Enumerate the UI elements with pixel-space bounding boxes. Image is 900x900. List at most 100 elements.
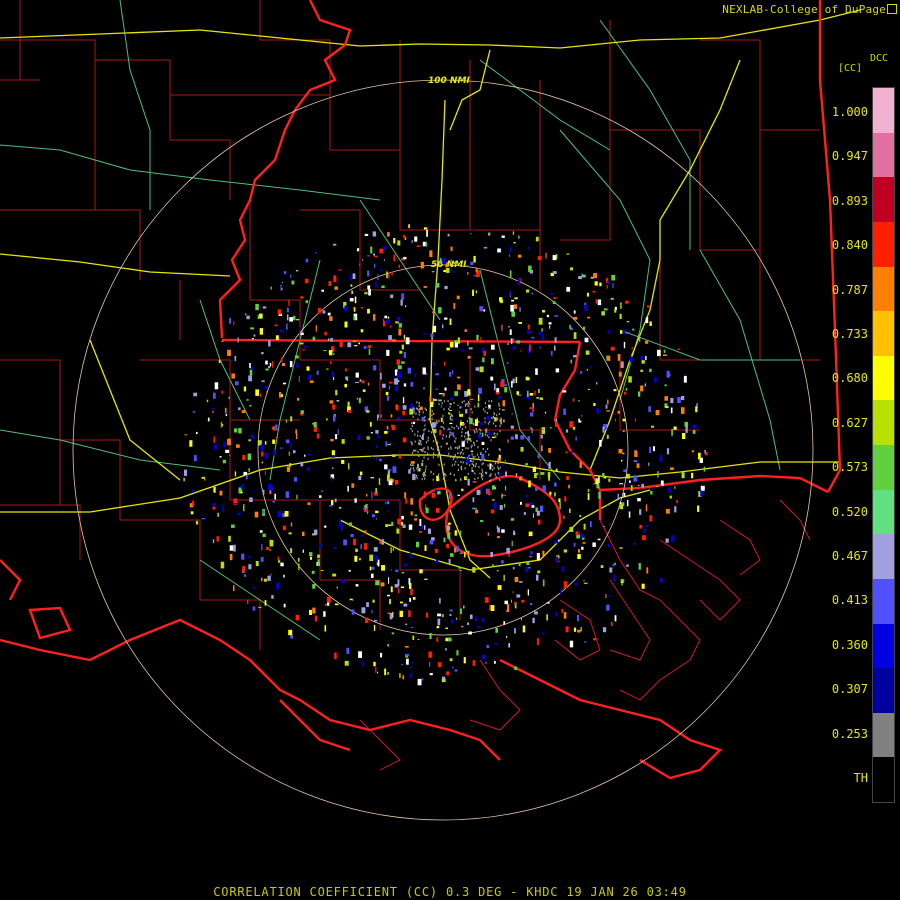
radar-return-pixel: [329, 504, 333, 507]
radar-return-pixel: [412, 597, 416, 600]
radar-return-pixel: [396, 416, 401, 420]
radar-return-pixel: [316, 433, 320, 439]
radar-return-pixel: [550, 427, 552, 429]
radar-return-pixel: [510, 518, 515, 521]
radar-return-pixel: [448, 637, 452, 642]
color-legend-bar: [872, 87, 895, 803]
radar-return-pixel: [472, 567, 476, 573]
radar-return-pixel: [499, 448, 501, 451]
radar-return-pixel: [388, 381, 393, 384]
radar-return-pixel: [320, 570, 324, 571]
radar-return-pixel: [411, 430, 413, 433]
radar-return-pixel: [582, 542, 586, 544]
radar-return-pixel: [555, 468, 558, 472]
radar-return-pixel: [329, 350, 333, 356]
radar-return-pixel: [313, 422, 317, 428]
radar-return-pixel: [388, 273, 390, 279]
radar-return-pixel: [483, 408, 485, 411]
radar-return-pixel: [221, 340, 224, 342]
radar-return-pixel: [476, 626, 481, 629]
radar-return-pixel: [398, 450, 401, 454]
radar-return-pixel: [441, 402, 443, 405]
radar-return-pixel: [489, 407, 491, 410]
radar-return-pixel: [490, 551, 493, 558]
radar-return-pixel: [454, 340, 458, 343]
radar-return-pixel: [401, 293, 405, 300]
radar-return-pixel: [527, 436, 531, 441]
legend-color-swatch: [873, 445, 894, 490]
radar-return-pixel: [499, 505, 503, 510]
radar-return-pixel: [502, 400, 505, 407]
radar-return-pixel: [422, 411, 424, 414]
radar-return-pixel: [504, 600, 508, 605]
radar-return-pixel: [570, 359, 572, 364]
radar-return-pixel: [450, 403, 452, 406]
radar-return-pixel: [664, 396, 668, 401]
legend-tick-label: 0.787: [831, 282, 868, 297]
radar-return-pixel: [403, 334, 405, 340]
radar-return-pixel: [507, 439, 509, 443]
radar-return-pixel: [183, 477, 185, 482]
legend-tick-label: 1.000: [831, 105, 868, 119]
radar-return-pixel: [233, 428, 238, 433]
radar-return-pixel: [285, 419, 287, 423]
radar-return-pixel: [442, 421, 444, 424]
radar-return-pixel: [206, 399, 209, 403]
radar-return-pixel: [385, 524, 389, 528]
radar-return-pixel: [330, 438, 334, 442]
radar-return-pixel: [379, 269, 383, 272]
radar-return-pixel: [495, 627, 498, 633]
radar-return-pixel: [468, 400, 470, 403]
radar-return-pixel: [331, 455, 335, 458]
radar-return-pixel: [563, 612, 567, 619]
radar-return-pixel: [478, 420, 480, 423]
radar-return-pixel: [513, 242, 516, 244]
radar-return-pixel: [516, 391, 519, 395]
radar-return-pixel: [387, 232, 390, 237]
radar-return-pixel: [382, 320, 385, 327]
radar-return-pixel: [481, 478, 484, 481]
radar-return-pixel: [448, 408, 450, 410]
radar-return-pixel: [429, 539, 434, 545]
radar-return-pixel: [614, 418, 616, 422]
radar-return-pixel: [440, 445, 442, 448]
radar-return-pixel: [575, 436, 577, 441]
radar-return-pixel: [416, 245, 421, 247]
radar-return-pixel: [495, 476, 497, 478]
radar-return-pixel: [607, 399, 609, 405]
radar-return-pixel: [396, 613, 399, 615]
radar-return-pixel: [355, 372, 359, 378]
radar-return-pixel: [272, 449, 276, 456]
radar-return-pixel: [375, 667, 377, 673]
radar-return-pixel: [542, 550, 545, 556]
radar-return-pixel: [364, 543, 368, 550]
radar-return-pixel: [312, 584, 316, 589]
radar-return-pixel: [548, 448, 551, 453]
radar-return-pixel: [634, 450, 638, 457]
radar-return-pixel: [331, 371, 335, 378]
radar-return-pixel: [519, 476, 523, 481]
radar-return-pixel: [681, 396, 685, 401]
radar-return-pixel: [629, 356, 633, 363]
radar-return-pixel: [599, 439, 602, 447]
radar-return-pixel: [531, 336, 535, 339]
radar-return-pixel: [450, 270, 453, 273]
radar-return-pixel: [334, 286, 338, 290]
radar-return-pixel: [622, 430, 625, 432]
radar-return-pixel: [464, 551, 466, 558]
radar-return-pixel: [398, 264, 401, 268]
radar-return-pixel: [638, 563, 641, 570]
legend-tick-label: 0.680: [831, 371, 868, 386]
radar-return-pixel: [593, 402, 596, 406]
radar-return-pixel: [650, 490, 653, 495]
radar-return-pixel: [363, 507, 366, 511]
radar-return-pixel: [471, 469, 473, 472]
radar-return-pixel: [531, 505, 535, 508]
radar-return-pixel: [444, 473, 446, 475]
radar-return-pixel: [472, 470, 474, 473]
radar-return-pixel: [602, 426, 605, 433]
radar-return-pixel: [462, 440, 464, 443]
external-link-icon[interactable]: [887, 4, 897, 14]
radar-return-pixel: [537, 454, 540, 459]
legend-color-swatch: [873, 221, 894, 267]
